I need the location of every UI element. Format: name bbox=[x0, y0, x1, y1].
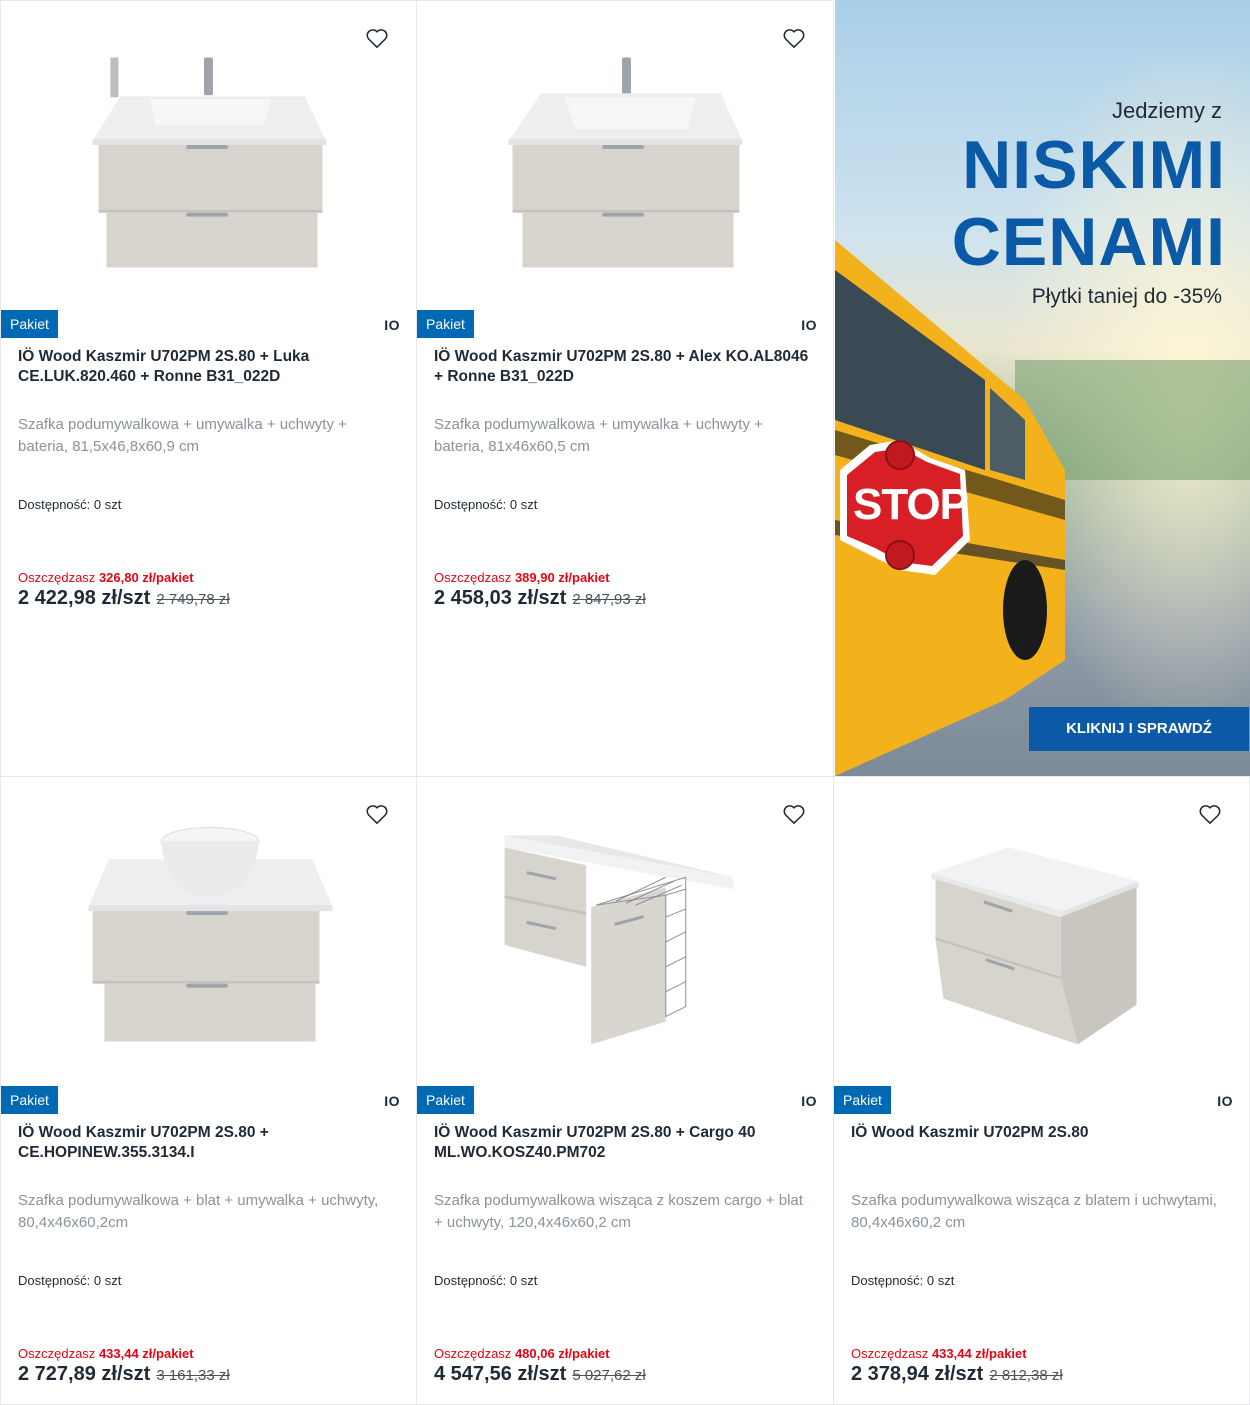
price: 2 458,03 zł/szt bbox=[434, 587, 567, 609]
product-grid: Pakiet IO IÖ Wood Kaszmir U702PM 2S.80 +… bbox=[0, 0, 1250, 1405]
product-image[interactable] bbox=[834, 777, 1249, 1077]
product-title[interactable]: IÖ Wood Kaszmir U702PM 2S.80 bbox=[851, 1123, 1229, 1143]
savings-value: 433,44 zł/pakiet bbox=[931, 1346, 1027, 1361]
product-title[interactable]: IÖ Wood Kaszmir U702PM 2S.80 + Luka CE.L… bbox=[18, 347, 396, 387]
savings-label: Oszczędzasz bbox=[434, 1346, 512, 1361]
stop-sign-text: STOP bbox=[853, 480, 969, 529]
package-badge: Pakiet bbox=[834, 1086, 891, 1114]
product-description: Szafka podumywalkowa + blat + umywalka +… bbox=[18, 1192, 379, 1231]
price-row: 2 727,89 zł/szt 3 161,33 zł bbox=[18, 1363, 230, 1386]
product-title[interactable]: IÖ Wood Kaszmir U702PM 2S.80 + Alex KO.A… bbox=[434, 347, 813, 387]
price: 2 378,94 zł/szt bbox=[851, 1363, 984, 1385]
banner-line2: NISKIMI bbox=[962, 127, 1226, 203]
banner-line1: Jedziemy z bbox=[1111, 98, 1222, 123]
savings-value: 326,80 zł/pakiet bbox=[98, 570, 194, 585]
promo-banner[interactable]: STOP Jedziemy z NISKIMI CENAMI Płytki ta… bbox=[835, 0, 1250, 776]
savings-value: 389,90 zł/pakiet bbox=[514, 570, 610, 585]
product-image[interactable] bbox=[417, 1, 833, 301]
heart-icon[interactable] bbox=[364, 25, 390, 51]
availability: Dostępność: 0 szt bbox=[18, 497, 122, 512]
savings: Oszczędzasz 433,44 zł/pakiet bbox=[851, 1346, 1027, 1361]
old-price: 5 027,62 zł bbox=[572, 1367, 646, 1384]
old-price: 2 749,78 zł bbox=[156, 591, 230, 608]
savings-label: Oszczędzasz bbox=[18, 570, 96, 585]
old-price: 3 161,33 zł bbox=[156, 1367, 230, 1384]
package-badge: Pakiet bbox=[1, 310, 58, 338]
old-price: 2 847,93 zł bbox=[572, 591, 646, 608]
heart-icon[interactable] bbox=[364, 801, 390, 827]
savings: Oszczędzasz 480,06 zł/pakiet bbox=[434, 1346, 610, 1361]
savings-value: 433,44 zł/pakiet bbox=[98, 1346, 194, 1361]
price: 2 422,98 zł/szt bbox=[18, 587, 151, 609]
package-badge: Pakiet bbox=[417, 1086, 474, 1114]
product-description: Szafka podumywalkowa + umywalka + uchwyt… bbox=[434, 416, 763, 455]
heart-icon[interactable] bbox=[781, 25, 807, 51]
savings-label: Oszczędzasz bbox=[851, 1346, 929, 1361]
product-description: Szafka podumywalkowa wisząca z koszem ca… bbox=[434, 1192, 803, 1231]
brand-logo: IO bbox=[801, 317, 817, 333]
package-badge: Pakiet bbox=[1, 1086, 58, 1114]
price: 4 547,56 zł/szt bbox=[434, 1363, 567, 1385]
savings-value: 480,06 zł/pakiet bbox=[514, 1346, 610, 1361]
banner-line4: Płytki taniej do -35% bbox=[1031, 285, 1222, 308]
brand-logo: IO bbox=[384, 1093, 400, 1109]
availability: Dostępność: 0 szt bbox=[434, 497, 538, 512]
product-title[interactable]: IÖ Wood Kaszmir U702PM 2S.80 + Cargo 40 … bbox=[434, 1123, 813, 1163]
product-card[interactable]: Pakiet IO IÖ Wood Kaszmir U702PM 2S.80 +… bbox=[416, 776, 834, 1405]
savings: Oszczędzasz 389,90 zł/pakiet bbox=[434, 570, 610, 585]
old-price: 2 812,38 zł bbox=[989, 1367, 1063, 1384]
product-title[interactable]: IÖ Wood Kaszmir U702PM 2S.80 + CE.HOPINE… bbox=[18, 1123, 396, 1163]
heart-icon[interactable] bbox=[1197, 801, 1223, 827]
brand-logo: IO bbox=[801, 1093, 817, 1109]
product-card[interactable]: Pakiet IO IÖ Wood Kaszmir U702PM 2S.80 S… bbox=[833, 776, 1250, 1405]
price-row: 2 378,94 zł/szt 2 812,38 zł bbox=[851, 1363, 1063, 1386]
check-it-button[interactable]: KLIKNIJ I SPRAWDŹ bbox=[1029, 707, 1249, 751]
price-row: 4 547,56 zł/szt 5 027,62 zł bbox=[434, 1363, 646, 1386]
savings-label: Oszczędzasz bbox=[18, 1346, 96, 1361]
product-description: Szafka podumywalkowa wisząca z blatem i … bbox=[851, 1192, 1217, 1231]
savings: Oszczędzasz 433,44 zł/pakiet bbox=[18, 1346, 194, 1361]
brand-logo: IO bbox=[384, 317, 400, 333]
savings: Oszczędzasz 326,80 zł/pakiet bbox=[18, 570, 194, 585]
product-card[interactable]: Pakiet IO IÖ Wood Kaszmir U702PM 2S.80 +… bbox=[0, 776, 417, 1405]
product-card[interactable]: Pakiet IO IÖ Wood Kaszmir U702PM 2S.80 +… bbox=[416, 0, 834, 777]
banner-line3: CENAMI bbox=[951, 204, 1226, 280]
package-badge: Pakiet bbox=[417, 310, 474, 338]
product-description: Szafka podumywalkowa + umywalka + uchwyt… bbox=[18, 416, 347, 455]
product-image[interactable] bbox=[1, 777, 416, 1077]
price-row: 2 458,03 zł/szt 2 847,93 zł bbox=[434, 587, 646, 610]
availability: Dostępność: 0 szt bbox=[18, 1273, 122, 1288]
availability: Dostępność: 0 szt bbox=[851, 1273, 955, 1288]
availability: Dostępność: 0 szt bbox=[434, 1273, 538, 1288]
brand-logo: IO bbox=[1217, 1093, 1233, 1109]
savings-label: Oszczędzasz bbox=[434, 570, 512, 585]
product-card[interactable]: Pakiet IO IÖ Wood Kaszmir U702PM 2S.80 +… bbox=[0, 0, 417, 777]
price-row: 2 422,98 zł/szt 2 749,78 zł bbox=[18, 587, 230, 610]
heart-icon[interactable] bbox=[781, 801, 807, 827]
product-image[interactable] bbox=[417, 777, 833, 1077]
price: 2 727,89 zł/szt bbox=[18, 1363, 151, 1385]
product-image[interactable] bbox=[1, 1, 416, 301]
